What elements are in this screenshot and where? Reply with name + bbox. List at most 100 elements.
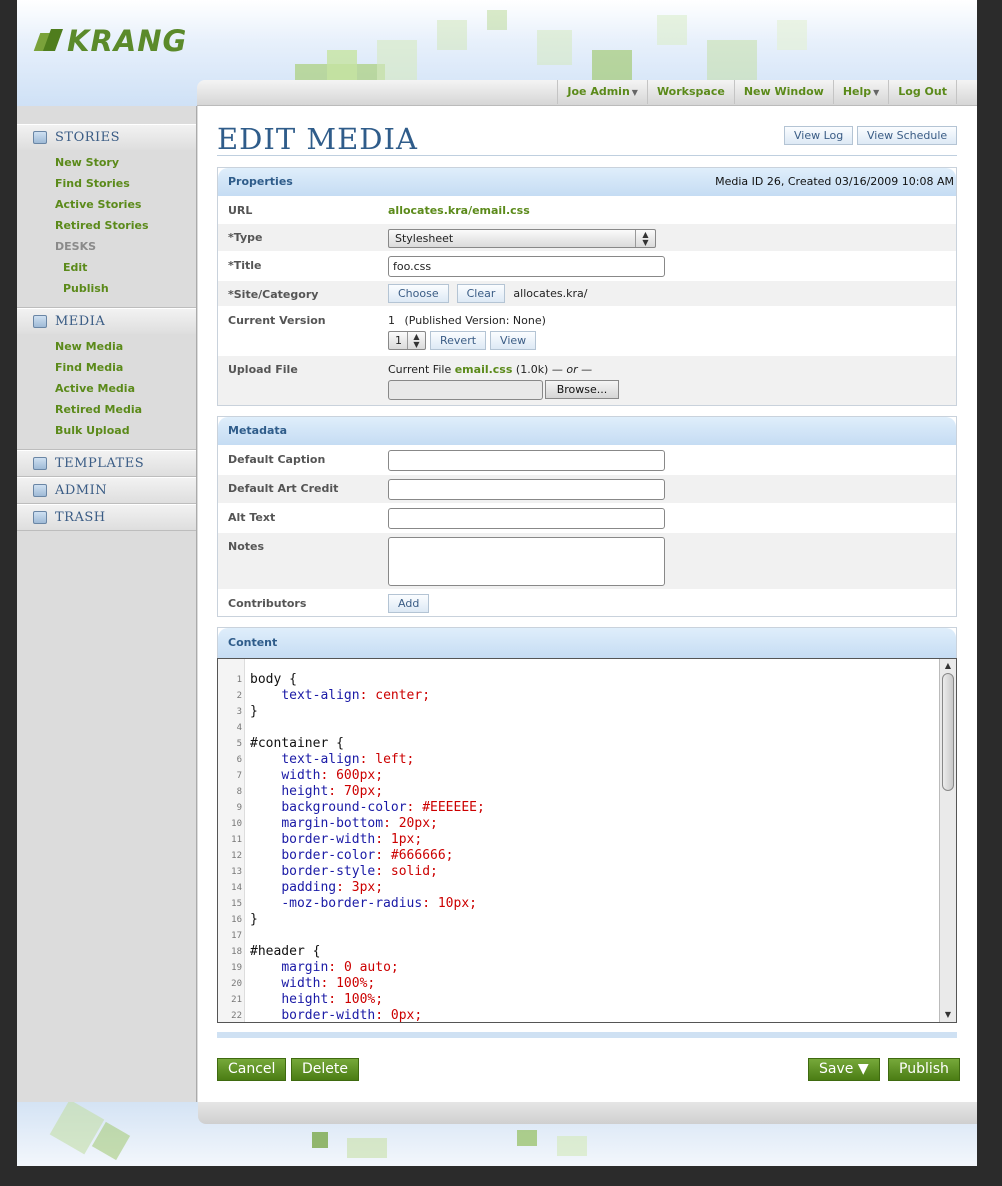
new-window-link[interactable]: New Window <box>733 80 833 104</box>
notes-textarea[interactable] <box>388 537 665 586</box>
sidebar-heading-trash[interactable]: TRASH <box>17 504 196 530</box>
code-line: 3} <box>218 704 258 720</box>
sidebar-section-media: MEDIA New Media Find Media Active Media … <box>17 308 196 450</box>
footer-bar <box>198 1102 977 1124</box>
line-number: 22 <box>231 1011 242 1021</box>
current-version-row: Current Version 1 (Published Version: No… <box>218 306 956 355</box>
alt-text-input[interactable] <box>388 508 665 529</box>
code-line: 15 -moz-border-radius: 10px; <box>218 896 477 912</box>
scrollbar-thumb[interactable] <box>942 673 954 791</box>
choose-button[interactable]: Choose <box>388 284 449 303</box>
line-number: 7 <box>236 771 242 781</box>
code-editor[interactable]: 1 body {2 text-align: center; 3} 4 5 #contain… <box>217 658 957 1023</box>
footer <box>17 1102 977 1166</box>
title-input[interactable]: foo.css <box>388 256 665 277</box>
sidebar-heading-admin[interactable]: ADMIN <box>17 477 196 503</box>
view-log-button[interactable]: View Log <box>784 126 854 145</box>
art-credit-label: Default Art Credit <box>228 482 339 495</box>
file-path-input[interactable] <box>388 380 543 400</box>
upload-file-row: Upload File Current File email.css (1.0k… <box>218 355 956 405</box>
delete-button[interactable]: Delete <box>291 1058 359 1081</box>
contributors-label: Contributors <box>228 597 307 610</box>
css-value: 3px; <box>351 880 384 895</box>
sidebar-item-active-stories[interactable]: Active Stories <box>17 194 196 215</box>
css-property: border-width <box>281 1008 376 1023</box>
vertical-scrollbar[interactable]: ▲ ▼ <box>939 659 956 1022</box>
css-selector: #container { <box>250 736 344 751</box>
notes-label: Notes <box>228 540 265 553</box>
caption-input[interactable] <box>388 450 665 471</box>
stories-icon <box>33 131 47 144</box>
metadata-panel: Metadata Default Caption Default Art Cre… <box>217 416 957 617</box>
css-selector: #header { <box>250 944 321 959</box>
alt-text-label: Alt Text <box>228 511 276 524</box>
current-version-label: Current Version <box>228 314 326 327</box>
sidebar-item-new-story[interactable]: New Story <box>17 152 196 173</box>
css-selector: } <box>250 912 258 927</box>
version-select[interactable]: 1 ▲ ▼ <box>388 331 426 350</box>
css-property: width <box>281 768 321 783</box>
workspace-link[interactable]: Workspace <box>646 80 734 104</box>
media-icon <box>33 315 47 328</box>
sidebar-item-retired-media[interactable]: Retired Media <box>17 399 196 420</box>
css-value: 600px; <box>336 768 384 783</box>
sidebar-desks-label: DESKS <box>55 240 97 253</box>
save-button[interactable]: Save ▼ <box>808 1058 880 1081</box>
sidebar-heading-media[interactable]: MEDIA <box>17 308 196 334</box>
css-property: text-align <box>281 752 360 767</box>
current-file-link[interactable]: email.css <box>455 363 513 376</box>
css-selector: body { <box>250 672 297 687</box>
sidebar-heading-stories[interactable]: STORIES <box>17 124 196 150</box>
css-value: solid; <box>390 864 438 879</box>
css-selector: } <box>250 704 258 719</box>
sidebar-item-new-media[interactable]: New Media <box>17 336 196 357</box>
line-number: 9 <box>236 803 242 813</box>
help-menu[interactable]: Help ▼ <box>832 80 888 104</box>
cancel-button[interactable]: Cancel <box>217 1058 287 1081</box>
scroll-up-arrow-icon[interactable]: ▲ <box>942 660 954 672</box>
type-label: *Type <box>228 231 263 244</box>
line-number: 21 <box>231 995 242 1005</box>
sidebar-heading-templates[interactable]: TEMPLATES <box>17 450 196 476</box>
lock-icon <box>33 484 47 497</box>
properties-panel: Properties Media ID 26, Created 03/16/20… <box>217 167 957 406</box>
publish-button[interactable]: Publish <box>888 1058 960 1081</box>
view-version-button[interactable]: View <box>490 331 537 350</box>
sidebar-item-desk-publish[interactable]: Publish <box>17 278 196 299</box>
user-menu[interactable]: Joe Admin ▼ <box>557 80 647 104</box>
code-line: 21 height: 100%; <box>218 992 383 1008</box>
top-nav: Joe Admin ▼ Workspace New Window Help ▼ Lo… <box>557 80 957 104</box>
sidebar-item-find-stories[interactable]: Find Stories <box>17 173 196 194</box>
krang-logo[interactable]: KRANG <box>37 24 187 58</box>
url-link[interactable]: allocates.kra/email.css <box>388 204 530 217</box>
revert-button[interactable]: Revert <box>430 331 487 350</box>
browse-button[interactable]: Browse... <box>545 380 619 399</box>
sidebar-section-stories: STORIES New Story Find Stories Active St… <box>17 124 196 308</box>
css-value: 10px; <box>437 896 477 911</box>
logout-link[interactable]: Log Out <box>888 80 957 104</box>
line-number: 14 <box>231 883 242 893</box>
view-schedule-button[interactable]: View Schedule <box>857 126 958 145</box>
title-row: *Title foo.css <box>218 251 956 280</box>
css-value: 100%; <box>343 992 384 1007</box>
chevron-down-icon: ▼ <box>873 88 880 97</box>
published-version: (Published Version: None) <box>404 314 546 327</box>
sidebar-item-desk-edit[interactable]: Edit <box>17 257 196 278</box>
sidebar-item-bulk-upload[interactable]: Bulk Upload <box>17 420 196 441</box>
code-line: 6 text-align: left; <box>218 752 415 768</box>
sidebar-item-retired-stories[interactable]: Retired Stories <box>17 215 196 236</box>
css-value: #666666; <box>390 848 454 863</box>
sidebar-item-active-media[interactable]: Active Media <box>17 378 196 399</box>
scroll-down-arrow-icon[interactable]: ▼ <box>942 1009 954 1021</box>
line-number: 3 <box>236 707 242 717</box>
add-contributor-button[interactable]: Add <box>388 594 430 613</box>
clear-button[interactable]: Clear <box>456 284 506 303</box>
url-row: URL allocates.kra/email.css <box>218 196 956 223</box>
type-select[interactable]: Stylesheet ▲ ▼ <box>388 229 656 248</box>
site-category-label: *Site/Category <box>228 288 319 301</box>
sidebar-item-find-media[interactable]: Find Media <box>17 357 196 378</box>
art-credit-input[interactable] <box>388 479 665 500</box>
css-property: background-color <box>281 800 407 815</box>
alt-text-row: Alt Text <box>218 503 956 532</box>
code-line: 14 padding: 3px; <box>218 880 383 896</box>
